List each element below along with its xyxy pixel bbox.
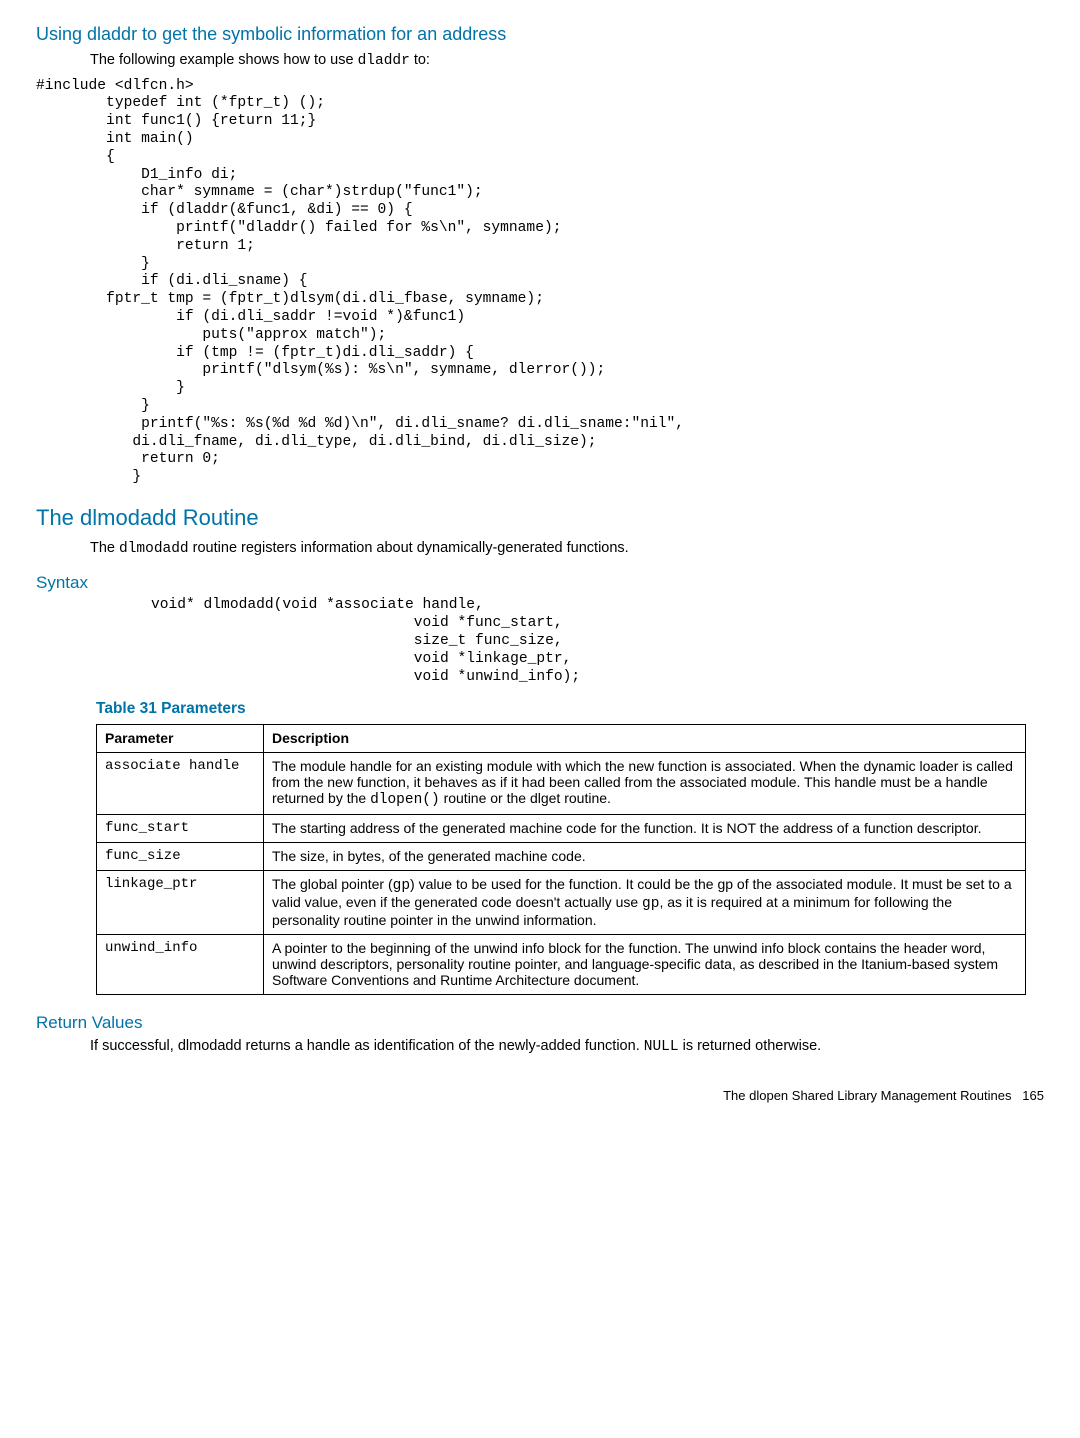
desc-cell: The size, in bytes, of the generated mac… <box>264 843 1026 871</box>
th-parameter: Parameter <box>97 725 264 753</box>
parameters-table: Parameter Description associate handle T… <box>96 724 1026 995</box>
param-cell: func_size <box>97 843 264 871</box>
s2-code: dlmodadd <box>119 541 189 557</box>
s2-b: routine registers information about dyna… <box>189 540 629 556</box>
param-cell: associate handle <box>97 753 264 815</box>
desc-text: The global pointer ( <box>272 876 393 892</box>
intro-text-a: The following example shows how to use <box>90 52 358 68</box>
param-cell: unwind_info <box>97 935 264 995</box>
desc-code: dlopen() <box>370 792 440 808</box>
ret-a: If successful, dlmodadd returns a handle… <box>90 1038 644 1054</box>
param-cell: func_start <box>97 815 264 843</box>
desc-code: gp <box>642 896 659 912</box>
desc-cell: The global pointer (gp) value to be used… <box>264 871 1026 935</box>
syntax-code: void* dlmodadd(void *associate handle, v… <box>151 597 1044 686</box>
s2-a: The <box>90 540 119 556</box>
desc-code: gp <box>393 878 410 894</box>
table-row: func_size The size, in bytes, of the gen… <box>97 843 1026 871</box>
dladdr-example-code: #include <dlfcn.h> typedef int (*fptr_t)… <box>36 78 1044 487</box>
ret-b: is returned otherwise. <box>679 1038 822 1054</box>
table-row: unwind_info A pointer to the beginning o… <box>97 935 1026 995</box>
section2-heading: The dlmodadd Routine <box>36 505 1044 531</box>
intro-code: dladdr <box>358 53 410 69</box>
table-caption: Table 31 Parameters <box>96 700 1044 718</box>
ret-code: NULL <box>644 1039 679 1055</box>
table-row: associate handle The module handle for a… <box>97 753 1026 815</box>
return-values-heading: Return Values <box>36 1013 1044 1033</box>
footer-text: The dlopen Shared Library Management Rou… <box>723 1088 1011 1103</box>
desc-cell: The starting address of the generated ma… <box>264 815 1026 843</box>
desc-text: routine or the dlget routine. <box>440 790 611 806</box>
footer-page: 165 <box>1022 1088 1044 1103</box>
section2-body: The dlmodadd routine registers informati… <box>90 539 1044 560</box>
th-description: Description <box>264 725 1026 753</box>
desc-cell: A pointer to the beginning of the unwind… <box>264 935 1026 995</box>
syntax-heading: Syntax <box>36 573 1044 593</box>
desc-cell: The module handle for an existing module… <box>264 753 1026 815</box>
section1-intro: The following example shows how to use d… <box>90 51 1044 72</box>
param-cell: linkage_ptr <box>97 871 264 935</box>
return-values-body: If successful, dlmodadd returns a handle… <box>90 1037 1044 1058</box>
table-row: func_start The starting address of the g… <box>97 815 1026 843</box>
table-row: linkage_ptr The global pointer (gp) valu… <box>97 871 1026 935</box>
intro-text-b: to: <box>410 52 430 68</box>
page-footer: The dlopen Shared Library Management Rou… <box>36 1088 1044 1103</box>
section1-heading: Using dladdr to get the symbolic informa… <box>36 24 1044 45</box>
